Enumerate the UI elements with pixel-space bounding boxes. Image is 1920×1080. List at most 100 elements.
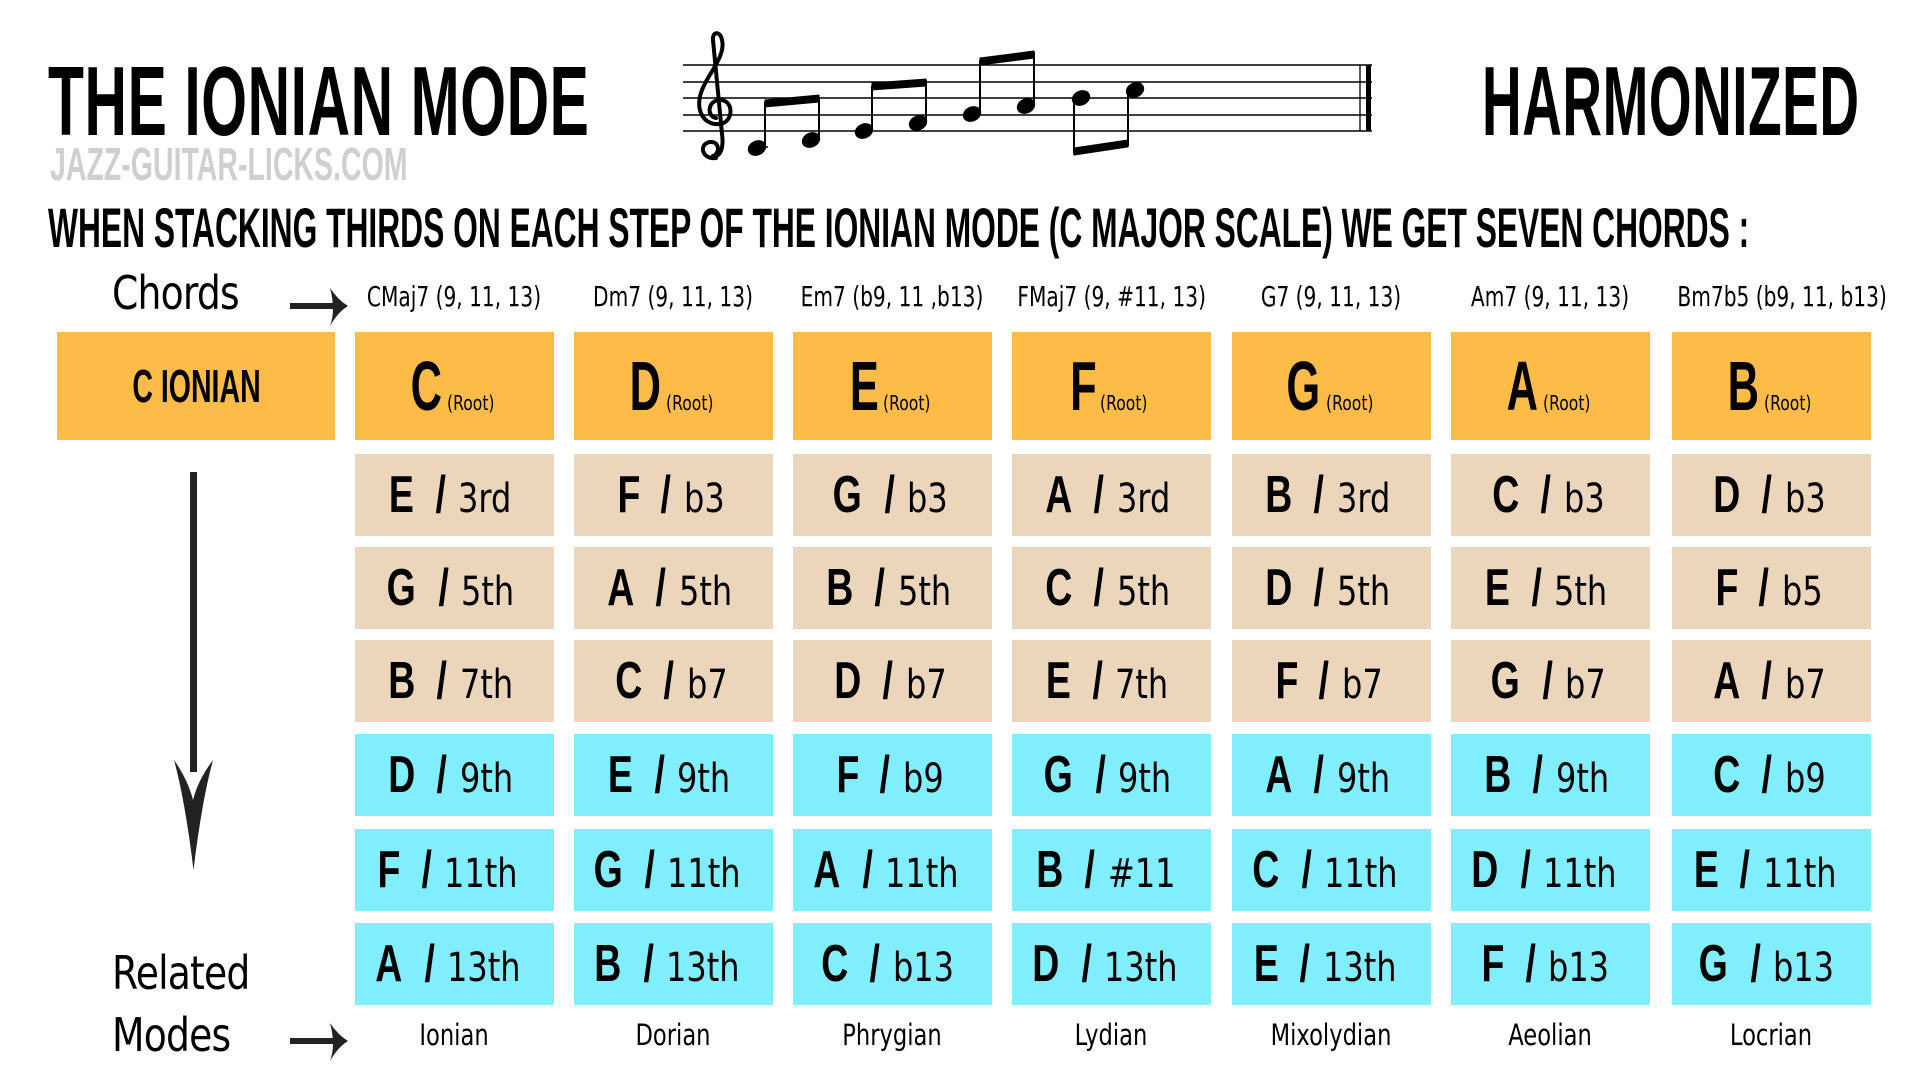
extension-cell: D / 13th — [1012, 923, 1211, 1005]
note-name: A — [607, 559, 635, 617]
chord-tone-cell: G / 5th — [355, 547, 554, 629]
note-name: G — [1044, 746, 1074, 804]
extension-cell: A / 9th — [1232, 734, 1431, 816]
chord-tone-cell: F / b5 — [1672, 547, 1871, 629]
interval-label: b13 — [1547, 945, 1609, 991]
interval-label: 9th — [677, 756, 731, 802]
note-name: A — [813, 841, 841, 899]
chord-tone-cell: C / b7 — [574, 640, 773, 722]
slash-separator: / — [1751, 746, 1783, 804]
note-name: D — [1712, 466, 1740, 524]
note-name: E — [1693, 841, 1719, 899]
extension-cell: F / b13 — [1451, 923, 1650, 1005]
interval-label: b3 — [1784, 476, 1826, 522]
chord-name-label: CMaj7 (9, 11, 13) — [366, 280, 542, 313]
note-name: C — [1252, 841, 1280, 899]
note-name: C — [1045, 559, 1073, 617]
note-name: E — [1485, 559, 1511, 617]
extension-cell: A / 13th — [355, 923, 554, 1005]
slash-separator: / — [1522, 746, 1554, 804]
note-name: B — [826, 559, 854, 617]
related-modes-label: Related Modes — [112, 942, 250, 1066]
chord-tone-cell: D / b3 — [1672, 454, 1871, 536]
interval-label: 9th — [1555, 756, 1609, 802]
note-name: C — [1491, 466, 1519, 524]
slash-separator: / — [1083, 466, 1115, 524]
music-staff — [683, 31, 1372, 161]
interval-label: 9th — [459, 756, 513, 802]
note-name: A — [375, 935, 403, 993]
slash-separator: / — [1729, 841, 1761, 899]
slash-separator: / — [1739, 935, 1772, 993]
note-name: F — [835, 746, 859, 804]
slash-separator: / — [1303, 559, 1335, 617]
scale-name-box: C IONIAN — [57, 332, 335, 440]
interval-label: 5th — [1554, 569, 1608, 615]
extension-cell: E / 9th — [574, 734, 773, 816]
slash-separator: / — [410, 841, 443, 899]
slash-separator: / — [1303, 746, 1335, 804]
slash-separator: / — [1303, 466, 1335, 524]
extension-cell: C / b13 — [793, 923, 992, 1005]
extension-cell: A / 11th — [793, 829, 992, 911]
note-name: A — [1712, 652, 1740, 710]
interval-label: 11th — [1323, 851, 1398, 897]
extension-cell: B / 9th — [1451, 734, 1650, 816]
arrow-right-icon — [290, 288, 348, 326]
mode-name-label: Lydian — [1074, 1018, 1148, 1052]
treble-clef-icon — [697, 31, 733, 161]
slash-separator: / — [424, 466, 457, 524]
root-note: C — [410, 347, 442, 425]
slash-separator: / — [864, 559, 896, 617]
slash-separator: / — [426, 746, 458, 804]
note-name: E — [1046, 652, 1072, 710]
extension-cell: B / #11 — [1012, 829, 1211, 911]
note-name: B — [594, 935, 622, 993]
note-name: A — [1265, 746, 1293, 804]
note-name: F — [1714, 559, 1738, 617]
extension-cell: B / 13th — [574, 923, 773, 1005]
root-note: F — [1069, 347, 1097, 425]
interval-label: 9th — [1336, 756, 1390, 802]
interval-label: b13 — [1773, 945, 1835, 991]
chords-label: Chords — [112, 266, 240, 320]
chord-tone-cell: G / b3 — [793, 454, 992, 536]
slash-separator: / — [1074, 841, 1106, 899]
note-name: C — [1712, 746, 1740, 804]
interval-label: b3 — [906, 476, 948, 522]
page-subtitle: WHEN STACKING THIRDS ON EACH STEP OF THE… — [48, 196, 1750, 259]
slash-separator: / — [1290, 841, 1322, 899]
mode-name-label: Locrian — [1729, 1018, 1813, 1052]
interval-label: 7th — [1115, 662, 1169, 708]
note-name: E — [1253, 935, 1279, 993]
root-note: E — [849, 347, 879, 425]
interval-label: 11th — [1542, 851, 1617, 897]
interval-label: b13 — [892, 945, 954, 991]
note-name: E — [608, 746, 634, 804]
root-tag: (Root) — [1543, 391, 1591, 415]
extension-cell: E / 13th — [1232, 923, 1431, 1005]
mode-name-label: Aeolian — [1508, 1018, 1592, 1052]
note-name: D — [833, 652, 861, 710]
chord-tone-cell: A / b7 — [1672, 640, 1871, 722]
slash-separator: / — [1308, 652, 1340, 710]
slash-separator: / — [650, 466, 682, 524]
mode-name-label: Dorian — [635, 1018, 711, 1052]
note-name: G — [387, 559, 417, 617]
extension-cell: G / 9th — [1012, 734, 1211, 816]
chord-tone-cell: E / 7th — [1012, 640, 1211, 722]
interval-label: 5th — [1116, 569, 1170, 615]
slash-separator: / — [653, 652, 685, 710]
chord-tone-cell: C / b3 — [1451, 454, 1650, 536]
extension-cell: D / 11th — [1451, 829, 1650, 911]
extension-cell: F / b9 — [793, 734, 992, 816]
root-cell: E (Root) — [793, 332, 992, 440]
root-tag: (Root) — [1100, 391, 1148, 415]
page-title-secondary: HARMONIZED — [1482, 46, 1860, 156]
slash-separator: / — [1748, 559, 1780, 617]
extension-cell: G / 11th — [574, 829, 773, 911]
chord-tone-cell: B / 3rd — [1232, 454, 1431, 536]
mode-name-label: Phrygian — [842, 1018, 942, 1052]
note-name: D — [1471, 841, 1499, 899]
slash-separator: / — [413, 935, 445, 993]
